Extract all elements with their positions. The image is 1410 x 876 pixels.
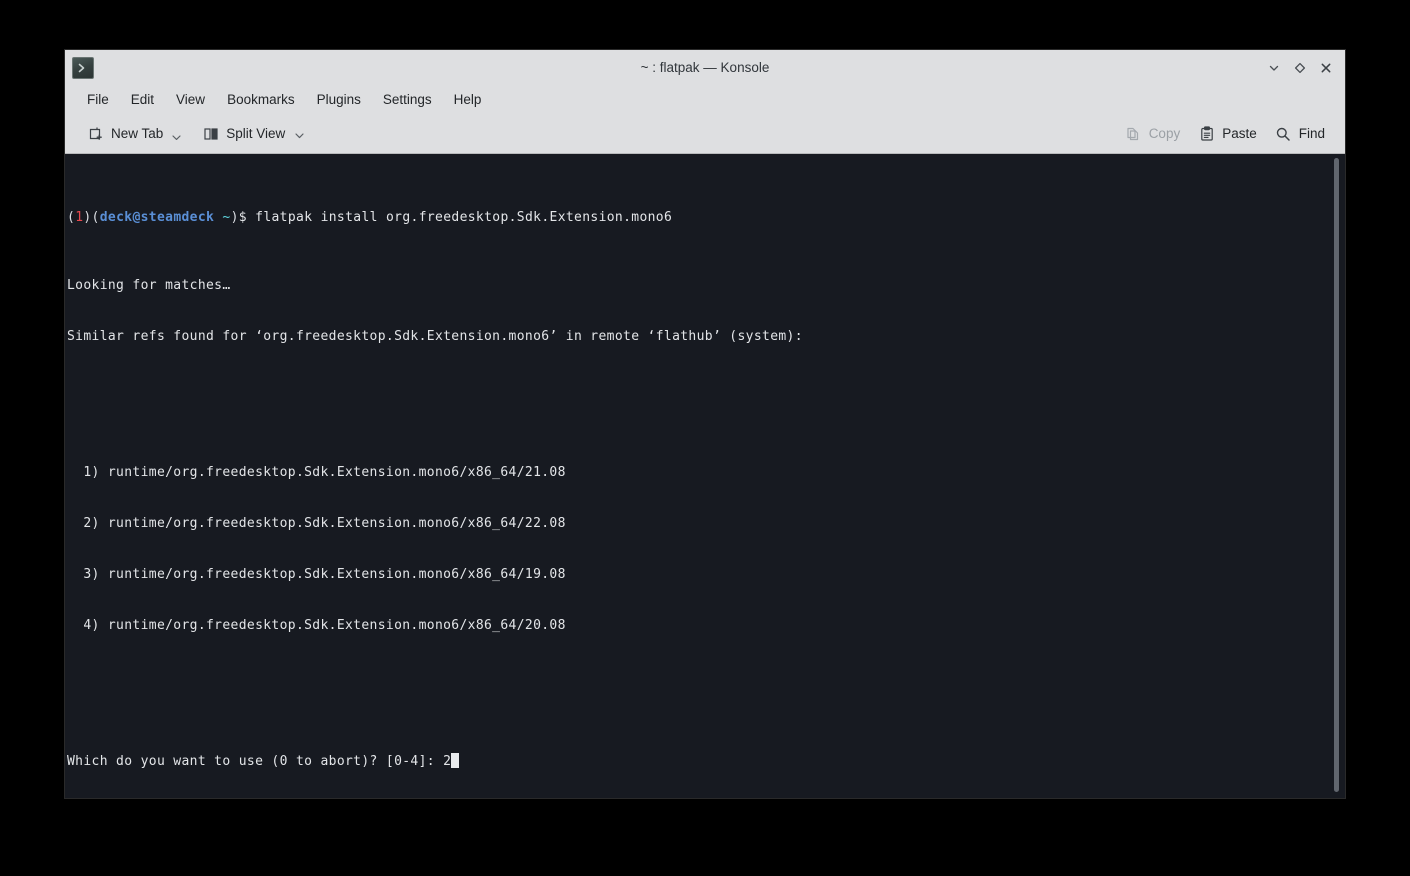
copy-icon <box>1125 125 1142 142</box>
konsole-window: ~ : flatpak — Konsole File Edit View Boo… <box>65 50 1345 798</box>
terminal-command: flatpak install org.freedesktop.Sdk.Exte… <box>255 210 673 225</box>
copy-label: Copy <box>1148 126 1181 141</box>
close-icon[interactable] <box>1313 55 1339 81</box>
prompt-symbol: $ <box>238 210 247 225</box>
terminal-area[interactable]: (1)(deck@steamdeck ~)$ flatpak install o… <box>65 154 1345 798</box>
window-title: ~ : flatpak — Konsole <box>640 60 770 75</box>
minimize-icon[interactable] <box>1261 55 1287 81</box>
terminal-output-line: Similar refs found for ‘org.freedesktop.… <box>67 329 803 344</box>
maximize-icon[interactable] <box>1287 55 1313 81</box>
find-label: Find <box>1298 126 1325 141</box>
prompt-close-paren: )( <box>83 210 100 225</box>
terminal-choice-item: 2) runtime/org.freedesktop.Sdk.Extension… <box>67 516 566 531</box>
paste-label: Paste <box>1222 126 1257 141</box>
find-button[interactable]: Find <box>1267 120 1333 147</box>
toolbar-left-group: New Tab Split View <box>79 120 314 147</box>
split-view-label: Split View <box>226 126 286 141</box>
menu-item-help[interactable]: Help <box>443 89 493 111</box>
new-tab-button[interactable]: New Tab <box>79 120 190 147</box>
terminal-prompt-icon <box>72 56 94 79</box>
title-bar[interactable]: ~ : flatpak — Konsole <box>65 50 1345 85</box>
terminal-choice-item: 3) runtime/org.freedesktop.Sdk.Extension… <box>67 567 566 582</box>
terminal-question-line: Which do you want to use (0 to abort)? [… <box>67 753 1328 770</box>
menu-item-bookmarks[interactable]: Bookmarks <box>216 89 306 111</box>
toolbar-right-group: Copy Paste Find <box>1117 120 1333 147</box>
terminal-choice-item: 4) runtime/org.freedesktop.Sdk.Extension… <box>67 618 566 633</box>
prompt-cwd: ~ <box>222 210 231 225</box>
menu-item-settings[interactable]: Settings <box>372 89 443 111</box>
menu-item-edit[interactable]: Edit <box>120 89 165 111</box>
search-icon <box>1275 125 1292 142</box>
new-tab-label: New Tab <box>111 126 164 141</box>
menu-item-view[interactable]: View <box>165 89 216 111</box>
prompt-space-2 <box>247 210 255 225</box>
scrollbar-thumb[interactable] <box>1334 158 1339 792</box>
menu-item-file[interactable]: File <box>76 89 120 111</box>
new-tab-icon <box>87 125 104 142</box>
chevron-down-icon[interactable] <box>293 125 306 142</box>
terminal-output[interactable]: (1)(deck@steamdeck ~)$ flatpak install o… <box>65 154 1328 798</box>
toolbar: New Tab Split View Copy Paste Find <box>65 114 1345 154</box>
prompt-open-paren: ( <box>67 210 76 225</box>
terminal-output-line: Looking for matches… <box>67 278 231 293</box>
copy-button[interactable]: Copy <box>1117 120 1189 147</box>
terminal-scrollbar[interactable] <box>1328 154 1345 798</box>
terminal-question-text: Which do you want to use (0 to abort)? [… <box>67 754 444 769</box>
terminal-typed-answer: 2 <box>443 754 452 769</box>
terminal-choice-item: 1) runtime/org.freedesktop.Sdk.Extension… <box>67 465 566 480</box>
split-view-icon <box>202 125 219 142</box>
menu-bar: File Edit View Bookmarks Plugins Setting… <box>65 85 1345 114</box>
prompt-user-host: deck@steamdeck <box>99 210 215 225</box>
terminal-cursor <box>451 753 460 768</box>
terminal-prompt-line: (1)(deck@steamdeck ~)$ flatpak install o… <box>67 209 1328 226</box>
prompt-close-paren-2: ) <box>230 210 239 225</box>
paste-icon <box>1198 125 1215 142</box>
split-view-button[interactable]: Split View <box>194 120 314 147</box>
window-controls <box>1261 55 1345 81</box>
menu-item-plugins[interactable]: Plugins <box>306 89 372 111</box>
paste-button[interactable]: Paste <box>1190 120 1265 147</box>
chevron-down-icon[interactable] <box>171 125 182 142</box>
